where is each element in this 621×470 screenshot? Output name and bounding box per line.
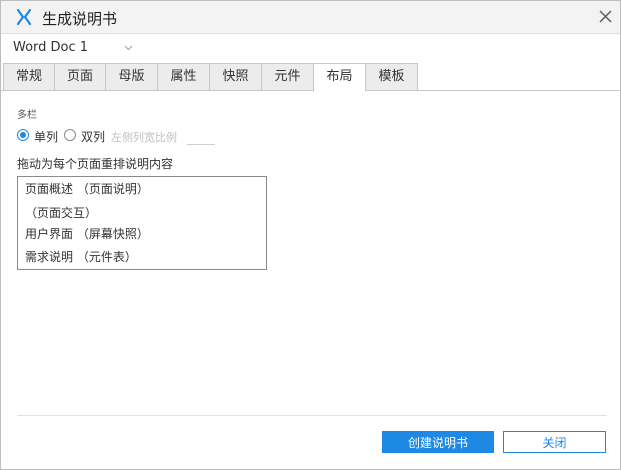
close-button[interactable]: 关闭 — [503, 431, 606, 453]
create-spec-button[interactable]: 创建说明书 — [382, 431, 494, 453]
generate-spec-dialog: 生成说明书 Word Doc 1 常规 页面 母版 属性 快照 元件 布局 模板… — [0, 0, 621, 470]
double-column-label[interactable]: 双列 — [81, 128, 105, 145]
chevron-down-icon — [124, 45, 133, 51]
tab-pages[interactable]: 页面 — [54, 63, 106, 91]
tab-layout[interactable]: 布局 — [313, 63, 366, 92]
dialog-title: 生成说明书 — [42, 10, 118, 28]
single-column-radio[interactable] — [17, 129, 29, 141]
axure-x-icon — [17, 9, 31, 25]
title-bar: 生成说明书 — [1, 1, 620, 34]
left-column-ratio-input[interactable] — [187, 128, 215, 145]
list-item[interactable]: 页面概述 （页面说明） — [25, 180, 149, 197]
double-column-radio[interactable] — [64, 129, 76, 141]
close-icon[interactable] — [599, 10, 612, 23]
single-column-label[interactable]: 单列 — [34, 128, 58, 145]
footer-divider — [17, 415, 607, 416]
list-item[interactable]: （页面交互） — [25, 204, 97, 221]
tab-general[interactable]: 常规 — [3, 63, 55, 91]
tab-screenshots[interactable]: 快照 — [209, 63, 262, 91]
tab-widgets[interactable]: 元件 — [261, 63, 314, 91]
tab-bar: 常规 页面 母版 属性 快照 元件 布局 模板 — [3, 63, 420, 92]
tab-masters[interactable]: 母版 — [105, 63, 158, 91]
document-select-value: Word Doc 1 — [13, 40, 89, 55]
content-order-list[interactable]: 页面概述 （页面说明） （页面交互） 用户界面 （屏幕快照） 需求说明 （元件表… — [17, 176, 267, 270]
left-column-ratio-label: 左侧列宽比例 — [111, 131, 177, 144]
drag-reorder-label: 拖动为每个页面重排说明内容 — [17, 157, 174, 171]
tab-template[interactable]: 模板 — [365, 63, 418, 91]
list-item[interactable]: 需求说明 （元件表） — [25, 248, 137, 265]
document-select[interactable]: Word Doc 1 — [13, 39, 137, 59]
list-item[interactable]: 用户界面 （屏幕快照） — [25, 225, 149, 242]
columns-section-label: 多栏 — [17, 110, 37, 121]
tab-properties[interactable]: 属性 — [157, 63, 210, 91]
